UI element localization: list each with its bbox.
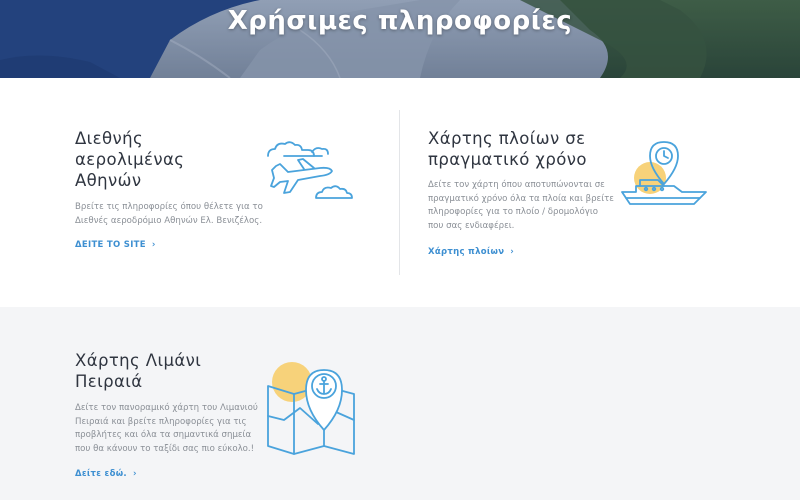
column-divider bbox=[399, 110, 400, 275]
port-map-anchor-icon bbox=[267, 362, 355, 455]
ships-map-link[interactable]: Χάρτης πλοίων › bbox=[428, 247, 514, 257]
ship-location-clock-icon bbox=[621, 141, 707, 205]
chevron-right-icon: › bbox=[151, 240, 156, 250]
card-port-title: Χάρτης Λιμάνι Πειραιά bbox=[75, 351, 202, 391]
chevron-right-icon: › bbox=[510, 247, 515, 257]
page-title: Χρήσιμες πληροφορίες bbox=[227, 6, 573, 36]
chevron-right-icon: › bbox=[132, 469, 137, 479]
card-port-description: Δείτε τον πανοραμικό χάρτη του Λιμανιού … bbox=[75, 403, 258, 454]
airplane-clouds-icon bbox=[267, 141, 353, 199]
card-ships-description: Δείτε τον χάρτη όπου αποτυπώνονται σε πρ… bbox=[428, 180, 614, 231]
card-ships-title: Χάρτης πλοίων σε πραγματικό χρόνο bbox=[428, 129, 587, 169]
port-map-link[interactable]: Δείτε εδώ. › bbox=[75, 469, 137, 479]
airport-site-link[interactable]: ΔΕΙΤΕ ΤΟ SITE › bbox=[75, 240, 156, 250]
hero-banner: Χρήσιμες πληροφορίες bbox=[0, 0, 800, 78]
card-airport-description: Βρείτε τις πληροφορίες όπου θέλετε για τ… bbox=[75, 202, 263, 226]
card-airport-title: Διεθνής αερολιμένας Αθηνών bbox=[75, 129, 185, 190]
